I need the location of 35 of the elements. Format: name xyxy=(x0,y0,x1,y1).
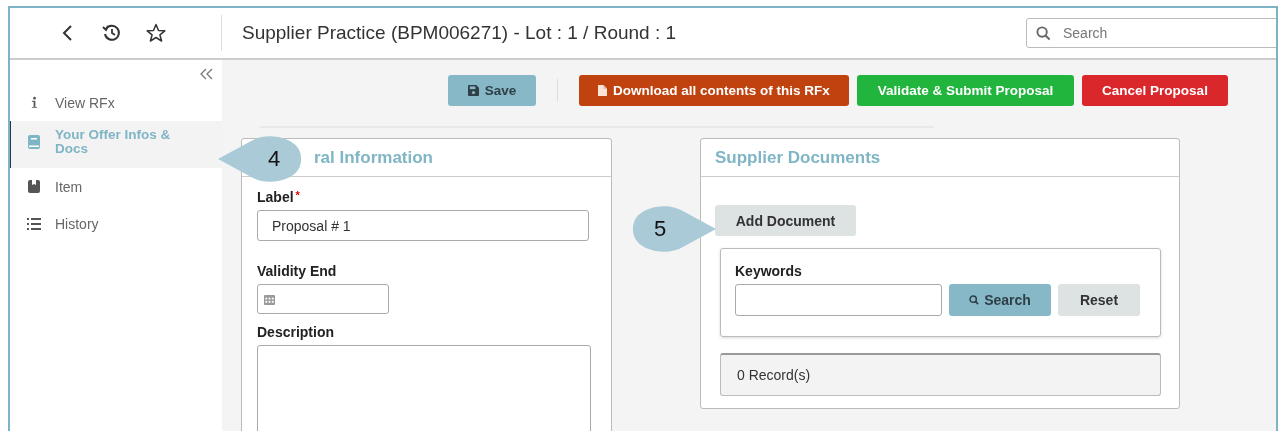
field-label: Keywords xyxy=(735,263,803,279)
sidebar-item[interactable]: View RFx xyxy=(10,84,222,121)
toolbar-button[interactable]: Cancel Proposal xyxy=(1082,74,1228,106)
floppy-icon xyxy=(467,84,479,96)
search-button[interactable]: Search xyxy=(949,284,1051,316)
required-mark: * xyxy=(295,189,300,201)
label-field[interactable]: Proposal # 1 xyxy=(257,210,589,241)
file-icon xyxy=(598,84,608,96)
card-title: Supplier Documents xyxy=(715,147,881,168)
search-icon xyxy=(969,295,980,305)
keywords-field[interactable] xyxy=(735,284,942,316)
collapse-icon[interactable] xyxy=(200,68,214,80)
date-field[interactable] xyxy=(257,284,389,314)
list-icon xyxy=(27,217,41,230)
book-icon xyxy=(28,135,40,149)
search-icon xyxy=(1036,26,1051,41)
history-icon[interactable] xyxy=(102,23,122,43)
calendar-icon xyxy=(264,293,275,305)
field-label: Label xyxy=(257,189,294,205)
sidebar-item[interactable]: History xyxy=(10,205,222,242)
reset-button[interactable]: Reset xyxy=(1058,284,1140,316)
record-count: 0 Record(s) xyxy=(737,367,811,383)
page-title: Supplier Practice (BPM006271) - Lot : 1 / Round : 1 xyxy=(241,22,678,44)
description-field[interactable] xyxy=(257,345,591,431)
card-title: ral Information xyxy=(314,147,433,168)
search-field[interactable]: Search xyxy=(1026,18,1276,48)
add-document-button[interactable]: Add Document xyxy=(715,205,856,236)
info-icon xyxy=(30,96,38,109)
field-label: Validity End xyxy=(257,263,338,279)
star-icon[interactable] xyxy=(146,23,166,43)
toolbar-button[interactable]: Download all contents of this RFx xyxy=(579,74,849,106)
box-icon xyxy=(27,180,41,193)
toolbar-button[interactable]: Save xyxy=(448,74,536,106)
sidebar-item[interactable]: Item xyxy=(10,168,222,205)
field-label: Description xyxy=(257,324,335,340)
